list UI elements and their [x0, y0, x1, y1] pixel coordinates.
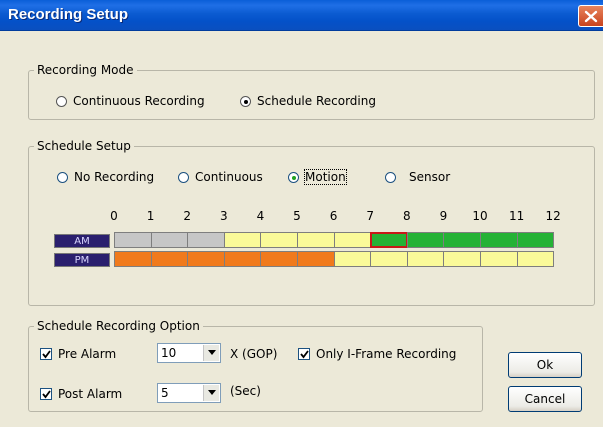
schedule-setup-title: Schedule Setup	[34, 139, 134, 153]
dropdown-arrow[interactable]	[203, 385, 219, 401]
post-alarm-value: 5	[161, 386, 169, 400]
schedule-cell-pm-11[interactable]	[516, 251, 555, 267]
radio-label: No Recording	[74, 170, 155, 184]
recording-mode-title: Recording Mode	[34, 63, 137, 77]
hour-label-2: 2	[183, 209, 191, 223]
schedule-cell-pm-3[interactable]	[223, 251, 262, 267]
window-title: Recording Setup	[8, 6, 129, 23]
hour-label-7: 7	[366, 209, 374, 223]
close-icon	[584, 10, 598, 23]
schedule-cell-am-3[interactable]	[223, 232, 262, 248]
radio-label: Schedule Recording	[257, 94, 376, 108]
hour-label-1: 1	[146, 209, 155, 223]
dropdown-arrow[interactable]	[203, 345, 219, 361]
hour-label-5: 5	[293, 209, 301, 223]
hour-label-9: 9	[439, 209, 448, 223]
schedule-cell-am-9[interactable]	[443, 232, 481, 248]
hour-label-6: 6	[329, 209, 338, 223]
only-iframe-label: Only I-Frame Recording	[316, 347, 457, 361]
schedule-cell-am-1[interactable]	[150, 232, 189, 248]
schedule-cell-pm-10[interactable]	[480, 251, 518, 267]
hour-label-12: 12	[545, 209, 561, 223]
schedule-cell-pm-9[interactable]	[443, 251, 481, 267]
schedule-cell-am-0[interactable]	[114, 232, 152, 248]
cancel-button[interactable]: Cancel	[508, 386, 582, 412]
radio-dot	[56, 95, 67, 107]
schedule-cell-am-8[interactable]	[406, 232, 445, 248]
pre-alarm-unit: X (GOP)	[230, 347, 278, 361]
radio-motion[interactable]: Motion	[288, 169, 347, 185]
only-iframe-checkbox[interactable]: Only I-Frame Recording	[298, 347, 456, 361]
chevron-down-icon	[208, 350, 216, 355]
radio-schedule-recording[interactable]: Schedule Recording	[240, 94, 376, 108]
close-button[interactable]	[578, 5, 603, 27]
post-alarm-select[interactable]: 5	[157, 383, 221, 403]
post-alarm-checkbox[interactable]: Post Alarm	[40, 387, 122, 401]
hour-label-3: 3	[219, 209, 228, 223]
schedule-cell-pm-6[interactable]	[333, 251, 372, 267]
radio-dot	[240, 95, 251, 107]
radio-dot	[178, 171, 189, 183]
post-alarm-unit: (Sec)	[230, 384, 261, 398]
pre-alarm-value: 10	[161, 346, 177, 360]
pre-alarm-label: Pre Alarm	[58, 347, 117, 361]
check-icon	[300, 350, 309, 359]
schedule-cell-am-4[interactable]	[260, 232, 298, 248]
hour-label-0: 0	[110, 209, 118, 223]
check-icon	[42, 390, 51, 399]
pre-alarm-select[interactable]: 10	[157, 343, 221, 363]
row-label-am: AM	[54, 234, 110, 248]
pre-alarm-checkbox[interactable]: Pre Alarm	[40, 347, 116, 361]
checkbox-box	[40, 348, 52, 360]
schedule-cell-am-5[interactable]	[297, 232, 335, 248]
post-alarm-label: Post Alarm	[58, 387, 123, 401]
title-bar: Recording Setup	[0, 0, 603, 31]
hour-label-8: 8	[402, 209, 411, 223]
schedule-cell-pm-0[interactable]	[114, 251, 152, 267]
radio-label: Continuous	[195, 170, 263, 184]
radio-continuous-recording[interactable]: Continuous Recording	[56, 94, 205, 108]
schedule-cell-pm-5[interactable]	[297, 251, 335, 267]
hour-label-4: 4	[256, 209, 265, 223]
check-icon	[42, 350, 51, 359]
schedule-cell-pm-4[interactable]	[260, 251, 298, 267]
radio-label: Motion	[304, 169, 347, 185]
schedule-cell-am-11[interactable]	[516, 232, 555, 248]
radio-dot	[385, 171, 396, 183]
checkbox-box	[298, 348, 310, 360]
hour-label-11: 11	[508, 209, 525, 223]
checkbox-box	[40, 388, 52, 400]
row-label-pm: PM	[54, 253, 110, 267]
radio-dot	[57, 171, 68, 183]
radio-label: Continuous Recording	[73, 94, 205, 108]
schedule-cell-pm-7[interactable]	[370, 251, 408, 267]
schedule-cell-am-2[interactable]	[187, 232, 225, 248]
radio-sensor[interactable]: Sensor	[385, 170, 450, 184]
hour-label-10: 10	[472, 209, 488, 223]
chevron-down-icon	[208, 390, 216, 395]
schedule-cell-am-10[interactable]	[480, 232, 518, 248]
radio-continuous[interactable]: Continuous	[178, 170, 263, 184]
schedule-cell-pm-8[interactable]	[406, 251, 445, 267]
radio-label: Sensor	[409, 170, 451, 184]
schedule-option-title: Schedule Recording Option	[34, 319, 203, 333]
schedule-cell-am-7[interactable]	[370, 232, 408, 248]
radio-dot	[288, 171, 299, 183]
schedule-cell-am-6[interactable]	[333, 232, 372, 248]
ok-button[interactable]: Ok	[508, 352, 582, 378]
radio-no-recording[interactable]: No Recording	[57, 170, 154, 184]
schedule-cell-pm-1[interactable]	[150, 251, 189, 267]
schedule-cell-pm-2[interactable]	[187, 251, 225, 267]
